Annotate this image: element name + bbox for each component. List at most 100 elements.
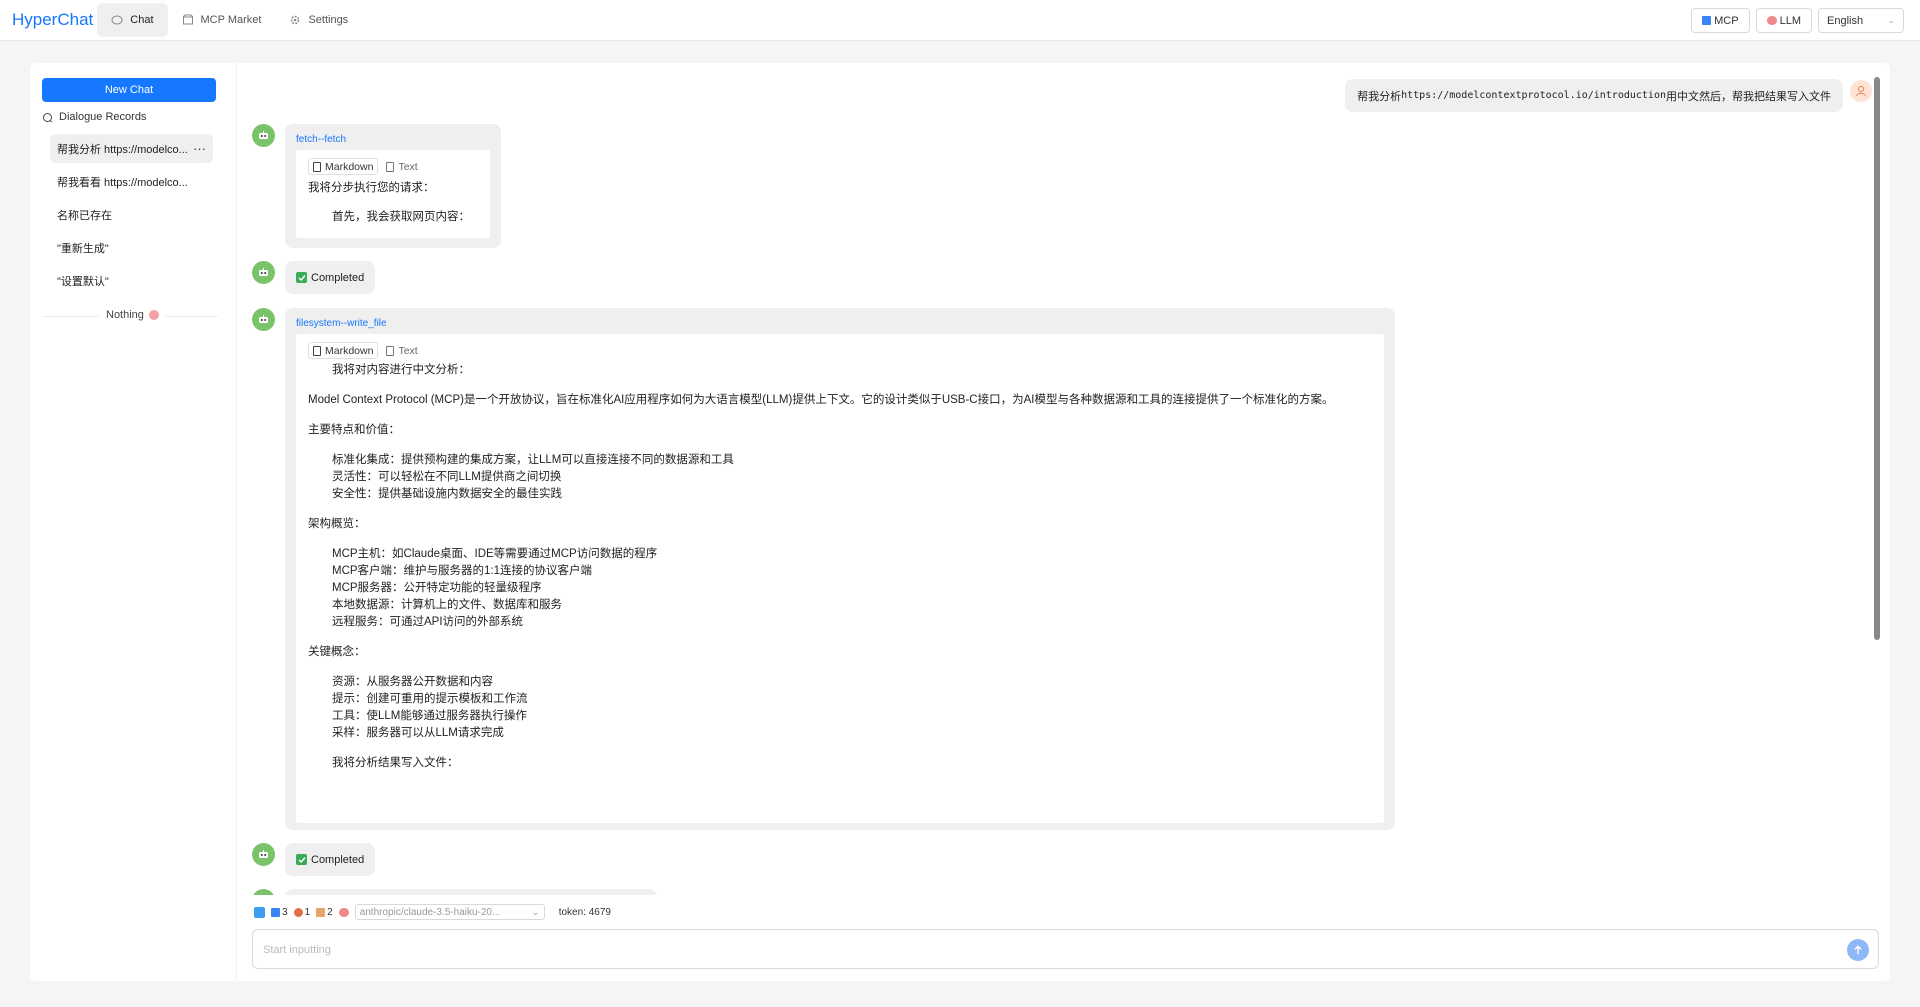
user-avatar: [1850, 80, 1872, 102]
user-icon: [1856, 86, 1866, 97]
text-line: 我将分析结果写入文件：: [332, 757, 459, 769]
concept-list: 资源：从服务器公开数据和内容 提示：创建可重用的提示模板和工作流 工具：使LLM…: [308, 674, 1372, 742]
section-heading: 主要特点和价值：: [308, 424, 400, 436]
app-logo[interactable]: HyperChat: [12, 10, 93, 30]
robot-icon: [259, 850, 268, 858]
markdown-tab-label: Markdown: [325, 160, 374, 173]
bot-avatar: [252, 889, 275, 895]
list-item: MCP客户端：维护与服务器的1:1连接的协议客户端: [332, 565, 593, 577]
tools-count-value: 3: [282, 906, 288, 918]
list-item: 灵活性：可以轻松在不同LLM提供商之间切换: [332, 471, 562, 483]
record-list: 帮我分析 https://modelco... ··· 帮我看看 https:/…: [50, 134, 213, 299]
file-icon: [313, 161, 321, 172]
file-icon: [313, 345, 321, 356]
text-line: 首先，我会获取网页内容：: [332, 211, 470, 223]
language-select[interactable]: English ⌄: [1818, 8, 1904, 33]
list-item: 提示：创建可重用的提示模板和工作流: [332, 693, 528, 705]
section-heading: 架构概览：: [308, 518, 366, 530]
resource-icon: [293, 907, 303, 917]
settings-icon[interactable]: [254, 906, 265, 918]
markdown-tab-label: Markdown: [325, 344, 374, 357]
tab-mcp-market[interactable]: MCP Market: [168, 3, 276, 37]
tool-name-link[interactable]: fetch--fetch: [296, 134, 346, 145]
resources-count[interactable]: 1: [293, 906, 311, 918]
chevron-down-icon: ⌄: [1887, 15, 1895, 25]
markdown-tab[interactable]: Markdown: [308, 158, 379, 175]
user-message-prefix: 帮我分析: [1357, 90, 1402, 103]
brain-icon: [338, 907, 349, 917]
shop-icon: [182, 14, 193, 25]
text-line: 我将分步执行您的请求：: [308, 182, 435, 194]
chat-bubble-icon: [111, 15, 123, 25]
chevron-down-icon: ⌄: [531, 906, 540, 918]
prompt-icon: [316, 907, 326, 917]
model-select[interactable]: anthropic/claude-3.5-haiku-20... ⌄: [354, 904, 545, 920]
tool-call-bubble: filesystem--write_file Markdown Text 我将对…: [285, 308, 1395, 830]
bot-avatar: [252, 124, 275, 147]
language-value: English: [1827, 14, 1864, 27]
completed-badge: Completed: [285, 843, 376, 876]
empty-label: Nothing: [106, 309, 144, 321]
arrow-up-icon: [1854, 945, 1862, 954]
list-item: 安全性：提供基础设施内数据安全的最佳实践: [332, 488, 562, 500]
markdown-tab[interactable]: Markdown: [308, 342, 379, 359]
robot-icon: [259, 268, 268, 276]
tool-call-bubble: [285, 889, 657, 895]
record-title: "重新生成": [57, 242, 109, 255]
record-item[interactable]: "重新生成": [50, 233, 213, 262]
architecture-list: MCP主机：如Claude桌面、IDE等需要通过MCP访问数据的程序 MCP客户…: [308, 546, 1372, 631]
mcp-button-label: MCP: [1714, 14, 1739, 27]
mcp-button[interactable]: MCP: [1691, 8, 1750, 33]
more-icon[interactable]: ···: [193, 141, 206, 156]
tool-name-link[interactable]: filesystem--write_file: [296, 318, 387, 329]
empty-emoji-icon: [148, 310, 159, 320]
list-item: 工具：使LLM能够通过服务器执行操作: [332, 710, 527, 722]
text-tab-label: Text: [398, 160, 418, 173]
send-button[interactable]: [1847, 939, 1869, 961]
tool-call-bubble: fetch--fetch Markdown Text 我将分步执行您的请求： 首…: [285, 124, 501, 248]
brain-icon: [1766, 16, 1777, 25]
check-icon: [296, 854, 307, 865]
top-bar: HyperChat Chat MCP Market Settings MCP L…: [0, 0, 1920, 41]
sidebar: New Chat Dialogue Records 帮我分析 https://m…: [30, 63, 237, 981]
composer: [252, 929, 1879, 969]
view-toggle: Markdown Text: [308, 158, 422, 175]
tab-chat[interactable]: Chat: [97, 3, 168, 37]
list-item: 标准化集成：提供预构建的集成方案，让LLM可以直接连接不同的数据源和工具: [332, 454, 734, 466]
record-item[interactable]: 名称已存在: [50, 200, 213, 229]
tool-icon: [271, 907, 280, 917]
tab-chat-label: Chat: [130, 14, 154, 26]
llm-button[interactable]: LLM: [1755, 8, 1812, 33]
prompts-count[interactable]: 2: [316, 907, 333, 918]
main-card: New Chat Dialogue Records 帮我分析 https://m…: [30, 63, 1890, 981]
model-value: anthropic/claude-3.5-haiku-20...: [359, 906, 501, 918]
gear-icon: [291, 15, 300, 25]
feature-list: 标准化集成：提供预构建的集成方案，让LLM可以直接连接不同的数据源和工具 灵活性…: [308, 452, 1372, 503]
record-item[interactable]: 帮我看看 https://modelco...: [50, 167, 213, 196]
record-title: 帮我看看 https://modelco...: [57, 176, 188, 189]
text-tab[interactable]: Text: [382, 158, 421, 175]
llm-button-label: LLM: [1779, 14, 1801, 27]
tool-content: Markdown Text 我将分步执行您的请求： 首先，我会获取网页内容：: [296, 150, 490, 238]
message-input[interactable]: [263, 941, 1833, 959]
scrollbar-thumb[interactable]: [1874, 77, 1880, 640]
check-icon: [296, 272, 307, 283]
record-item[interactable]: 帮我分析 https://modelco... ···: [50, 134, 213, 163]
record-title: "设置默认": [57, 275, 109, 288]
composer-toolbar: 3 1 2 anthropic/claude-3.5-haiku-20... ⌄…: [254, 904, 611, 920]
bot-avatar: [252, 261, 275, 284]
list-item: 资源：从服务器公开数据和内容: [332, 676, 493, 688]
text-tab[interactable]: Text: [382, 342, 421, 359]
message-list[interactable]: 帮我分析 https://modelcontextprotocol.io/int…: [237, 63, 1876, 895]
user-message-suffix: 用中文然后，帮我把结果写入文件: [1666, 90, 1831, 103]
tools-count[interactable]: 3: [271, 907, 288, 918]
scrollbar[interactable]: [1874, 77, 1880, 895]
record-item[interactable]: "设置默认": [50, 266, 213, 295]
resources-count-value: 1: [304, 906, 311, 918]
tab-settings-label: Settings: [308, 14, 349, 26]
user-message: 帮我分析 https://modelcontextprotocol.io/int…: [1345, 79, 1843, 112]
new-chat-button[interactable]: New Chat: [42, 78, 216, 102]
robot-icon: [259, 315, 268, 323]
tab-settings[interactable]: Settings: [275, 3, 362, 37]
record-title: 名称已存在: [57, 209, 112, 222]
